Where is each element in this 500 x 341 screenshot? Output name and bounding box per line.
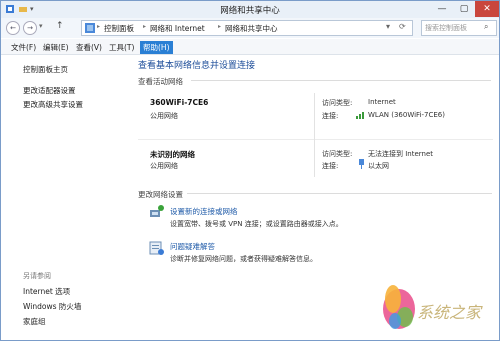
minimize-button[interactable]: — [431,1,453,17]
network-sharing-center-window: ▾ 网络和共享中心 — ▢ ✕ ← → ▾ ↑ ▸ 控制面板 ▸ 网络和 Int… [0,0,500,341]
watermark-text: 系统之家 [417,303,482,322]
refresh-icon[interactable]: ⟳ [399,22,406,31]
forward-button[interactable]: → [23,21,37,35]
breadcrumb-sep: ▸ [143,23,147,30]
troubleshoot-link[interactable]: 问题疑难解答 [170,241,215,252]
network-name-1: 360WiFi-7CE6 [150,98,209,107]
menu-edit[interactable]: 编辑(E) [40,41,72,54]
search-box[interactable]: 搜索控制面板 ⌕ [421,20,497,36]
see-also-heading: 另请参阅 [23,272,51,280]
active-networks-heading: 查看活动网络 [138,77,183,86]
breadcrumb-network-sharing-center[interactable]: 网络和共享中心 [225,23,278,34]
see-also-homegroup[interactable]: 家庭组 [23,316,46,327]
title-bar: ▾ 网络和共享中心 — ▢ ✕ [1,1,499,18]
window-title: 网络和共享中心 [220,6,280,16]
watermark-logo: 系统之家 [369,269,497,339]
access-type-label-2: 访问类型: [322,150,353,158]
connection-link-ethernet[interactable]: 以太网 [368,161,389,171]
wifi-signal-icon [356,110,366,121]
access-type-label-1: 访问类型: [322,99,353,107]
divider [187,193,492,194]
connection-label-1: 连接: [322,112,339,120]
sidebar-change-advanced-sharing[interactable]: 更改高级共享设置 [23,99,83,110]
recent-pages-dropdown[interactable]: ▾ [39,22,43,30]
address-dropdown-icon[interactable]: ▾ [386,22,390,31]
breadcrumb-sep: ▸ [218,23,222,30]
breadcrumb-sep: ▸ [97,23,101,30]
up-button[interactable]: ↑ [56,21,64,31]
vertical-divider [314,93,315,177]
menu-bar: 文件(F) 编辑(E) 查看(V) 工具(T) 帮助(H) [1,39,499,55]
control-panel-icon [85,23,95,35]
troubleshoot-desc: 诊断并修复网络问题，或者获得疑难解答信息。 [170,255,317,263]
page-title: 查看基本网络信息并设置连接 [138,61,256,71]
see-also-windows-firewall[interactable]: Windows 防火墙 [23,301,81,312]
access-type-value-1: Internet [368,98,396,106]
menu-tools[interactable]: 工具(T) [106,41,137,54]
maximize-button[interactable]: ▢ [453,1,475,17]
search-input[interactable]: 搜索控制面板 [425,23,467,33]
network-type-1[interactable]: 公用网络 [150,111,178,121]
address-box[interactable]: ▸ 控制面板 ▸ 网络和 Internet ▸ 网络和共享中心 ▾ ⟳ [81,20,413,36]
access-type-value-2: 无法连接到 Internet [368,150,434,158]
sidebar-change-adapter-settings[interactable]: 更改适配器设置 [23,85,76,96]
menu-file[interactable]: 文件(F) [8,41,39,54]
sidebar-control-panel-home[interactable]: 控制面板主页 [23,64,68,75]
back-button[interactable]: ← [6,21,20,35]
network-type-2[interactable]: 公用网络 [150,161,178,171]
divider [138,139,493,140]
search-icon[interactable]: ⌕ [484,22,488,32]
divider [191,80,491,81]
address-bar-row: ← → ▾ ↑ ▸ 控制面板 ▸ 网络和 Internet ▸ 网络和共享中心 … [1,18,499,38]
troubleshoot-icon [149,240,165,256]
breadcrumb-control-panel[interactable]: 控制面板 [104,23,134,34]
menu-view[interactable]: 查看(V) [73,41,105,54]
close-button[interactable]: ✕ [475,1,499,17]
change-settings-heading: 更改网络设置 [138,190,183,199]
menu-help[interactable]: 帮助(H) [140,41,173,54]
see-also-internet-options[interactable]: Internet 选项 [23,286,70,297]
breadcrumb-network-internet[interactable]: 网络和 Internet [150,23,205,34]
sidebar: 控制面板主页 更改适配器设置 更改高级共享设置 另请参阅 Internet 选项… [1,55,129,340]
connection-link-wlan[interactable]: WLAN (360WiFi-7CE6) [368,111,445,119]
connection-label-2: 连接: [322,162,339,170]
network-name-2: 未识别的网络 [150,150,195,159]
ethernet-icon [357,159,366,171]
setup-new-connection-link[interactable]: 设置新的连接或网络 [170,206,238,217]
setup-new-connection-desc: 设置宽带、拨号或 VPN 连接；或设置路由器或接入点。 [170,220,343,228]
new-connection-icon [149,204,165,220]
